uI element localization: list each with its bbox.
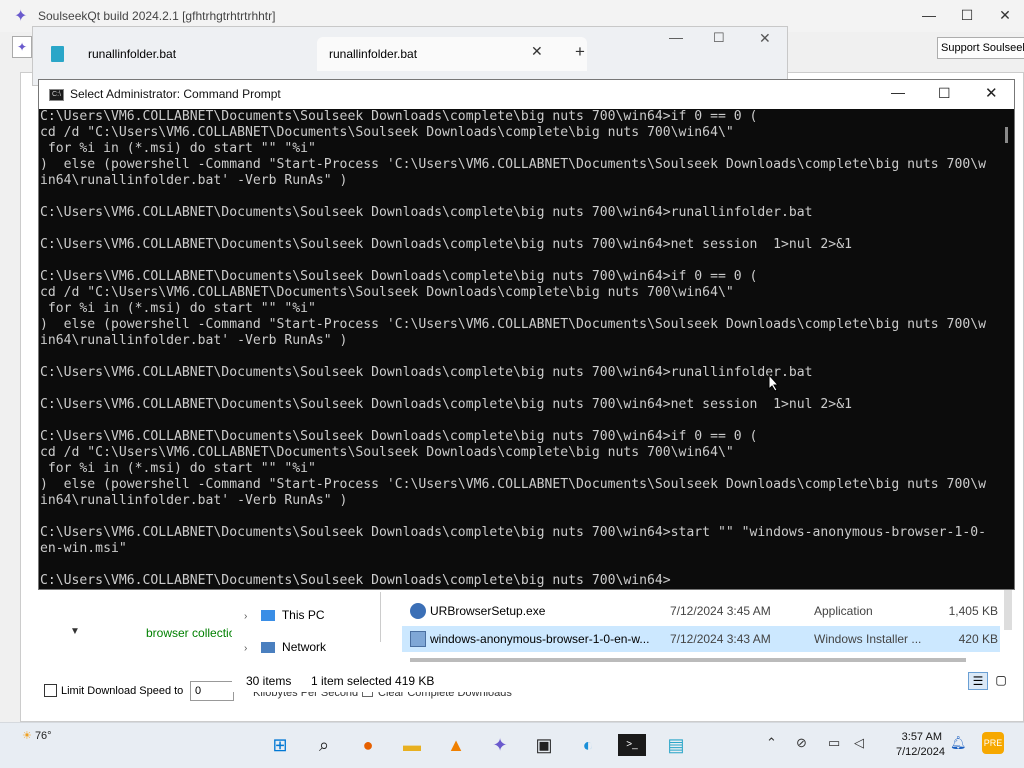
file-row-selected[interactable]: windows-anonymous-browser-1-0-en-w... 7/… bbox=[402, 626, 1000, 652]
download-folder-label[interactable]: browser collection bbox=[146, 626, 242, 640]
copilot-icon[interactable]: PRE bbox=[982, 732, 1004, 754]
taskbar: ☀ 76° ⊞ ⌕ ● ▬ ▲ ✦ ▣ ◐ >_ ▤ ⌃ ⊘ ▭ ◁ 3:57 … bbox=[0, 722, 1024, 768]
file-date: 7/12/2024 3:43 AM bbox=[670, 632, 771, 646]
close-button[interactable]: ✕ bbox=[982, 0, 1024, 30]
minimize-button[interactable]: — bbox=[669, 29, 683, 45]
console-text: C:\Users\VM6.COLLABNET\Documents\Soulsee… bbox=[40, 109, 986, 588]
tab-runallinfolder-1[interactable]: runallinfolder.bat bbox=[33, 37, 317, 71]
windows-start-icon[interactable]: ⊞ bbox=[266, 731, 294, 759]
cmd-titlebar[interactable]: C:\ Select Administrator: Command Prompt… bbox=[39, 80, 1014, 109]
soulseek-icon[interactable]: ✦ bbox=[486, 731, 514, 759]
maximize-button[interactable]: ☐ bbox=[713, 30, 725, 46]
file-size: 420 KB bbox=[958, 632, 998, 646]
command-prompt-window: C:\ Select Administrator: Command Prompt… bbox=[38, 79, 1015, 590]
terminal-icon[interactable]: >_ bbox=[618, 734, 646, 756]
weather-sun-icon: ☀ bbox=[22, 730, 32, 742]
close-button[interactable]: ✕ bbox=[759, 30, 771, 47]
notification-bell-icon[interactable]: 🔔︎ bbox=[950, 735, 967, 751]
item-count: 30 items bbox=[246, 674, 292, 688]
nav-item-network[interactable]: › Network bbox=[244, 632, 374, 662]
nav-item-this-pc[interactable]: › This PC bbox=[244, 600, 374, 630]
limit-speed-checkbox[interactable] bbox=[44, 684, 57, 697]
maximize-button[interactable]: ☐ bbox=[938, 85, 951, 102]
horizontal-scrollbar[interactable] bbox=[410, 658, 966, 662]
soulseek-toolbar-icon[interactable]: ✦ bbox=[12, 36, 32, 58]
console-scrollbar[interactable] bbox=[999, 109, 1014, 589]
close-button[interactable]: ✕ bbox=[985, 84, 998, 102]
chevron-up-icon[interactable]: ⌃ bbox=[766, 735, 777, 751]
clock-time: 3:57 AM bbox=[901, 731, 942, 743]
soulseek-title: SoulseekQt build 2024.2.1 [gfhtrhgtrhtrt… bbox=[38, 9, 276, 23]
details-view-icon[interactable]: ☰ bbox=[968, 672, 988, 690]
selection-info: 1 item selected 419 KB bbox=[311, 674, 435, 688]
new-tab-button[interactable]: + bbox=[575, 42, 585, 62]
support-soulseek-button[interactable]: Support Soulseek bbox=[937, 37, 1024, 59]
file-name: windows-anonymous-browser-1-0-en-w... bbox=[430, 632, 650, 646]
chevron-right-icon[interactable]: › bbox=[244, 611, 247, 622]
soulseek-bird-icon: ✦ bbox=[14, 8, 28, 25]
file-type: Application bbox=[814, 604, 873, 618]
status-bar: 30 items 1 item selected 419 KB ☰ ▢ bbox=[232, 670, 1014, 692]
file-name: URBrowserSetup.exe bbox=[430, 604, 546, 618]
weather-widget[interactable]: ☀ 76° bbox=[22, 729, 52, 742]
edge-icon[interactable]: ◐ bbox=[574, 731, 602, 759]
computer-icon bbox=[260, 610, 275, 622]
tab-label: runallinfolder.bat bbox=[329, 47, 418, 61]
tree-expand-icon[interactable]: ▼ bbox=[70, 626, 80, 637]
tab-label: runallinfolder.bat bbox=[88, 47, 177, 61]
file-row[interactable]: URBrowserSetup.exe 7/12/2024 3:45 AM App… bbox=[402, 598, 1000, 624]
notepad-icon[interactable]: ▤ bbox=[662, 731, 690, 759]
network-off-icon[interactable]: ⊘ bbox=[796, 735, 807, 751]
scrollbar-thumb[interactable] bbox=[1005, 127, 1008, 143]
clock[interactable]: 3:57 AM 7/12/2024 bbox=[896, 730, 945, 760]
file-type: Windows Installer ... bbox=[814, 632, 922, 646]
exe-file-icon bbox=[410, 603, 426, 619]
close-tab-icon[interactable]: ✕ bbox=[531, 43, 543, 60]
display-icon[interactable]: ▭ bbox=[828, 735, 840, 751]
firefox-icon[interactable]: ● bbox=[354, 731, 382, 759]
clock-date: 7/12/2024 bbox=[896, 746, 945, 758]
navigation-pane: › This PC › Network bbox=[232, 590, 382, 670]
tab-runallinfolder-2[interactable]: runallinfolder.bat bbox=[317, 37, 587, 71]
cmd-app-icon: C:\ bbox=[49, 89, 64, 101]
network-icon bbox=[260, 642, 275, 654]
speaker-icon[interactable]: ◁ bbox=[854, 735, 864, 751]
speed-input[interactable]: 0 bbox=[190, 681, 234, 701]
msi-file-icon bbox=[410, 631, 426, 647]
vlc-icon[interactable]: ▲ bbox=[442, 731, 470, 759]
file-date: 7/12/2024 3:45 AM bbox=[670, 604, 771, 618]
vertical-scrollbar[interactable] bbox=[1004, 590, 1012, 630]
minimize-button[interactable]: — bbox=[891, 84, 905, 100]
limit-speed-label: Limit Download Speed to bbox=[61, 685, 184, 697]
console-output[interactable]: C:\Users\VM6.COLLABNET\Documents\Soulsee… bbox=[39, 109, 999, 589]
tiles-view-icon[interactable]: ▢ bbox=[992, 672, 1010, 690]
cmd-window-title: Select Administrator: Command Prompt bbox=[70, 87, 281, 101]
pane-divider[interactable] bbox=[380, 592, 381, 642]
notepad-window: runallinfolder.bat runallinfolder.bat ✕ … bbox=[32, 26, 788, 86]
temperature: 76° bbox=[34, 730, 52, 742]
file-explorer-icon[interactable]: ▬ bbox=[398, 731, 426, 759]
media-app-icon[interactable]: ▣ bbox=[530, 731, 558, 759]
nav-label: Network bbox=[282, 640, 327, 654]
chevron-right-icon[interactable]: › bbox=[244, 643, 247, 654]
file-size: 1,405 KB bbox=[948, 604, 998, 618]
search-icon[interactable]: ⌕ bbox=[310, 731, 338, 759]
file-explorer-window: › This PC › Network URBrowserSetup.exe 7… bbox=[232, 590, 1014, 692]
notepad-file-icon bbox=[51, 46, 64, 62]
nav-label: This PC bbox=[281, 608, 325, 622]
